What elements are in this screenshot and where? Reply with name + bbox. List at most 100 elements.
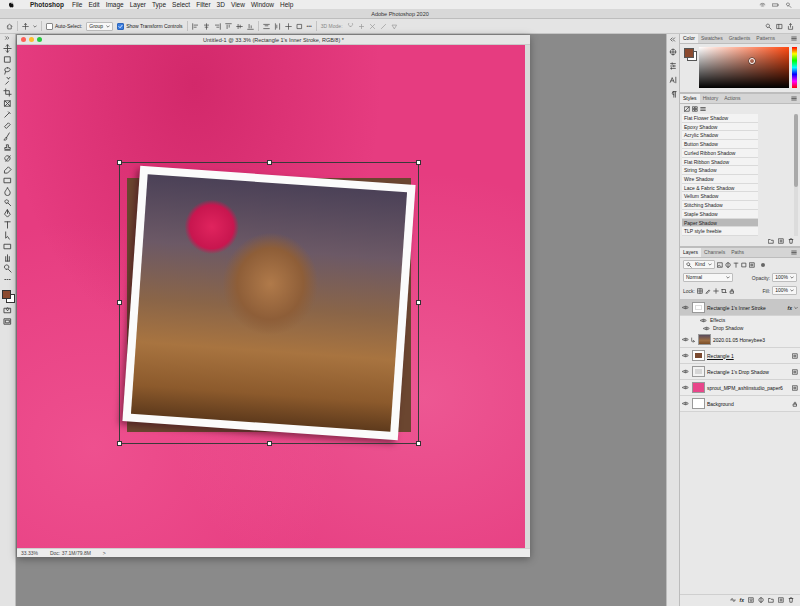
lasso-tool-icon[interactable] bbox=[3, 66, 12, 75]
align-icon[interactable] bbox=[214, 23, 221, 30]
new-group-icon[interactable] bbox=[768, 597, 774, 603]
menu-item[interactable]: Edit bbox=[88, 0, 99, 9]
eye-icon[interactable] bbox=[682, 305, 689, 310]
link-layers-icon[interactable] bbox=[730, 597, 736, 603]
layer-row[interactable]: Background bbox=[680, 396, 800, 412]
eye-icon[interactable] bbox=[682, 337, 689, 342]
align-icon[interactable] bbox=[192, 23, 199, 30]
transform-handle[interactable] bbox=[416, 160, 421, 165]
transform-handle[interactable] bbox=[117, 441, 122, 446]
panel-menu-icon[interactable] bbox=[791, 36, 797, 41]
character-icon[interactable] bbox=[669, 76, 677, 84]
transform-handle[interactable] bbox=[416, 441, 421, 446]
panel-menu-icon[interactable] bbox=[791, 250, 797, 255]
list-view-icon[interactable] bbox=[700, 106, 706, 112]
color-swatches[interactable] bbox=[2, 290, 14, 302]
color-panel-swatches[interactable] bbox=[683, 47, 696, 88]
transform-handle[interactable] bbox=[416, 300, 421, 305]
style-item[interactable]: TLP style freebie bbox=[682, 227, 758, 236]
new-layer-icon[interactable] bbox=[778, 597, 784, 603]
blur-tool-icon[interactable] bbox=[3, 187, 12, 196]
zoom-level[interactable]: 33.33% bbox=[21, 550, 38, 556]
panel-menu-icon[interactable] bbox=[791, 96, 797, 101]
more-tools-tool-icon[interactable] bbox=[3, 275, 12, 284]
type-tool-icon[interactable] bbox=[3, 220, 12, 229]
align-icon[interactable] bbox=[203, 23, 210, 30]
layer-row[interactable]: Rectangle 1's Inner Stroke fx bbox=[680, 300, 800, 316]
layer-filter-dropdown[interactable]: Kind bbox=[683, 260, 715, 269]
menu-item[interactable]: View bbox=[231, 0, 245, 9]
foreground-color-swatch[interactable] bbox=[684, 48, 694, 58]
align-icon[interactable] bbox=[247, 23, 254, 30]
align-icon[interactable] bbox=[236, 23, 243, 30]
opacity-field[interactable]: 100% bbox=[772, 273, 797, 282]
minimize-button[interactable] bbox=[29, 37, 34, 42]
move-tool-preset-icon[interactable] bbox=[22, 23, 29, 30]
distribute-icon[interactable] bbox=[274, 23, 281, 30]
panel-tab[interactable]: Gradients bbox=[726, 34, 754, 43]
color-field[interactable] bbox=[699, 47, 789, 88]
layer-row[interactable]: Rectangle 1's Drop Shadow bbox=[680, 364, 800, 380]
blend-mode-dropdown[interactable]: Normal bbox=[683, 273, 733, 282]
color-wheel-icon[interactable] bbox=[669, 48, 677, 56]
workspace-icon[interactable] bbox=[776, 23, 783, 30]
distribute-icon[interactable] bbox=[296, 23, 303, 30]
scroll-thumb[interactable] bbox=[794, 114, 798, 187]
lock-pixels-icon[interactable] bbox=[705, 288, 711, 294]
eye-icon[interactable] bbox=[682, 385, 689, 390]
eye-icon[interactable] bbox=[682, 401, 689, 406]
menu-item[interactable]: Filter bbox=[196, 0, 210, 9]
quick-select-tool-icon[interactable] bbox=[3, 77, 12, 86]
menu-item[interactable]: Layer bbox=[130, 0, 146, 9]
style-item[interactable]: Stitching Shadow bbox=[682, 201, 758, 210]
layer-thumbnail[interactable] bbox=[698, 334, 711, 345]
marquee-tool-icon[interactable] bbox=[3, 55, 12, 64]
move-tool-icon[interactable] bbox=[3, 44, 12, 53]
3d-mode-icon[interactable] bbox=[369, 23, 376, 30]
layer-row[interactable]: 2020.01.05 Honeybee3 bbox=[680, 332, 800, 348]
photo-frame[interactable] bbox=[122, 166, 415, 441]
eye-icon[interactable] bbox=[700, 318, 707, 323]
menu-item[interactable]: Type bbox=[152, 0, 166, 9]
panel-tab[interactable]: Styles bbox=[680, 94, 700, 103]
history-brush-tool-icon[interactable] bbox=[3, 154, 12, 163]
eyedropper-tool-icon[interactable] bbox=[3, 110, 12, 119]
panel-tab[interactable]: History bbox=[700, 94, 722, 103]
clear-style-icon[interactable] bbox=[684, 106, 690, 112]
panel-tab[interactable]: Patterns bbox=[753, 34, 778, 43]
transform-handle[interactable] bbox=[267, 160, 272, 165]
menu-app-name[interactable]: Photoshop bbox=[30, 0, 64, 9]
foreground-color-swatch[interactable] bbox=[2, 290, 11, 299]
3d-mode-icon[interactable] bbox=[380, 23, 387, 30]
style-item[interactable]: Flat Ribbon Shadow bbox=[682, 158, 758, 167]
delete-icon[interactable] bbox=[788, 238, 794, 244]
color-picker-marker[interactable] bbox=[749, 58, 755, 64]
transform-handle[interactable] bbox=[117, 300, 122, 305]
style-item[interactable]: String Shadow bbox=[682, 166, 758, 175]
layer-thumbnail[interactable] bbox=[692, 398, 705, 409]
panel-tab[interactable]: Color bbox=[680, 34, 698, 43]
style-item[interactable]: Wire Shadow bbox=[682, 175, 758, 184]
layer-name[interactable]: Rectangle 1 bbox=[707, 353, 790, 359]
auto-select-target-dropdown[interactable]: Group bbox=[86, 22, 113, 31]
align-icon[interactable] bbox=[225, 23, 232, 30]
adjustments-icon[interactable] bbox=[669, 62, 677, 70]
lock-transparency-icon[interactable] bbox=[697, 288, 703, 294]
layer-effect-row[interactable]: Drop Shadow bbox=[680, 324, 800, 332]
add-mask-icon[interactable] bbox=[748, 597, 754, 603]
menu-item[interactable]: Help bbox=[280, 0, 293, 9]
menu-item[interactable]: Image bbox=[106, 0, 124, 9]
transform-controls-checkbox[interactable]: Show Transform Controls bbox=[117, 23, 182, 30]
pixel-filter-icon[interactable] bbox=[717, 262, 723, 268]
add-layer-style-button[interactable]: fx bbox=[740, 597, 744, 603]
adjustment-layer-icon[interactable] bbox=[758, 597, 764, 603]
screen-mode-icon[interactable] bbox=[3, 317, 12, 326]
style-item[interactable]: Lace & Fabric Shadow bbox=[682, 184, 758, 193]
eye-icon[interactable] bbox=[682, 369, 689, 374]
layer-name[interactable]: sprout_MPM_ashlinstudio_paper6 bbox=[707, 385, 790, 391]
lock-position-icon[interactable] bbox=[713, 288, 719, 294]
battery-icon[interactable] bbox=[772, 2, 779, 8]
wifi-icon[interactable] bbox=[759, 2, 766, 8]
hand-tool-icon[interactable] bbox=[3, 253, 12, 262]
transform-handle[interactable] bbox=[267, 441, 272, 446]
